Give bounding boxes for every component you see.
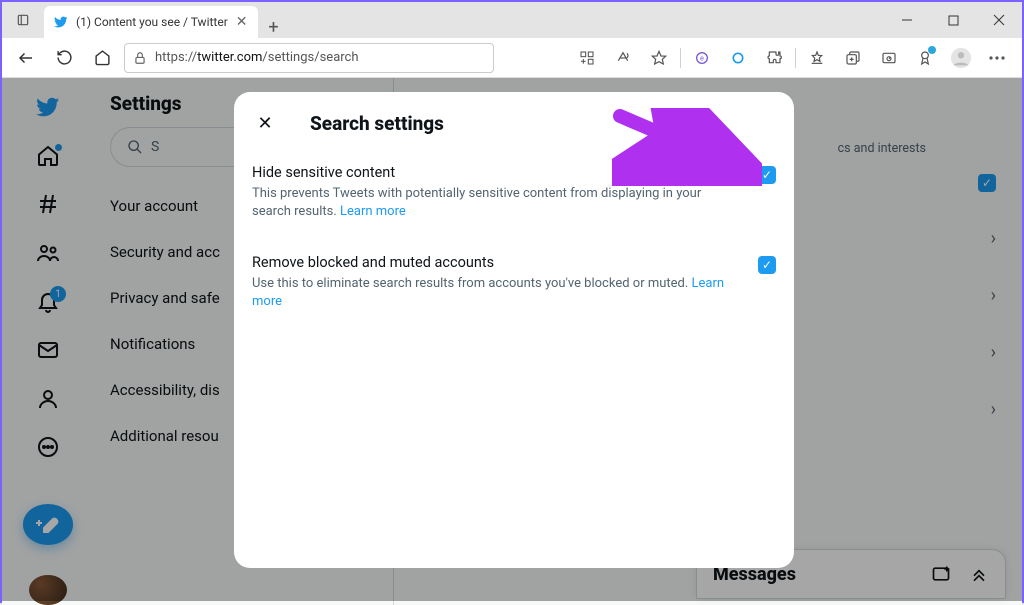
checkbox-hide-sensitive[interactable]: ✓ bbox=[758, 166, 776, 184]
twitter-favicon-icon bbox=[54, 15, 68, 29]
setting-remove-blocked: Remove blocked and muted accounts Use th… bbox=[248, 244, 780, 316]
extension-icon-2[interactable] bbox=[721, 42, 755, 74]
new-tab-button[interactable]: + bbox=[258, 17, 290, 38]
browser-titlebar: (1) Content you see / Twitter ✕ + bbox=[2, 2, 1022, 38]
window-minimize-button[interactable] bbox=[884, 2, 930, 38]
setting-description: This prevents Tweets with potentially se… bbox=[252, 185, 742, 220]
setting-label: Remove blocked and muted accounts bbox=[252, 254, 742, 271]
learn-more-link[interactable]: Learn more bbox=[340, 204, 406, 219]
profile-button[interactable] bbox=[944, 42, 978, 74]
extensions-button[interactable] bbox=[757, 42, 791, 74]
setting-label: Hide sensitive content bbox=[252, 164, 742, 181]
modal-close-button[interactable]: ✕ bbox=[248, 106, 282, 140]
search-settings-modal: ✕ Search settings Hide sensitive content… bbox=[234, 92, 794, 568]
more-menu-button[interactable] bbox=[980, 42, 1014, 74]
nav-refresh-button[interactable] bbox=[48, 42, 80, 74]
collections-icon[interactable] bbox=[836, 42, 870, 74]
rewards-icon[interactable] bbox=[908, 42, 942, 74]
app-launcher-icon[interactable] bbox=[570, 42, 604, 74]
tab-actions-button[interactable] bbox=[2, 2, 44, 38]
extension-icon-1[interactable]: e bbox=[685, 42, 719, 74]
nav-home-button[interactable] bbox=[86, 42, 118, 74]
setting-description: Use this to eliminate search results fro… bbox=[252, 275, 742, 310]
lock-icon bbox=[133, 51, 147, 65]
setting-hide-sensitive: Hide sensitive content This prevents Twe… bbox=[248, 154, 780, 226]
tab-title: (1) Content you see / Twitter bbox=[76, 15, 228, 29]
modal-title: Search settings bbox=[310, 112, 444, 135]
address-bar[interactable]: https://twitter.com/settings/search bbox=[124, 43, 494, 73]
window-maximize-button[interactable] bbox=[930, 2, 976, 38]
favorites-list-icon[interactable] bbox=[800, 42, 834, 74]
favorite-star-icon[interactable] bbox=[642, 42, 676, 74]
browser-tab[interactable]: (1) Content you see / Twitter ✕ bbox=[44, 6, 258, 38]
nav-back-button[interactable] bbox=[10, 42, 42, 74]
window-controls bbox=[884, 2, 1022, 38]
performance-icon[interactable] bbox=[872, 42, 906, 74]
browser-toolbar: https://twitter.com/settings/search e bbox=[2, 38, 1022, 78]
checkbox-remove-blocked[interactable]: ✓ bbox=[758, 256, 776, 274]
svg-text:e: e bbox=[700, 53, 704, 62]
tab-close-button[interactable]: ✕ bbox=[236, 14, 248, 30]
url-text: https://twitter.com/settings/search bbox=[155, 50, 359, 65]
read-aloud-icon[interactable] bbox=[606, 42, 640, 74]
window-close-button[interactable] bbox=[976, 2, 1022, 38]
